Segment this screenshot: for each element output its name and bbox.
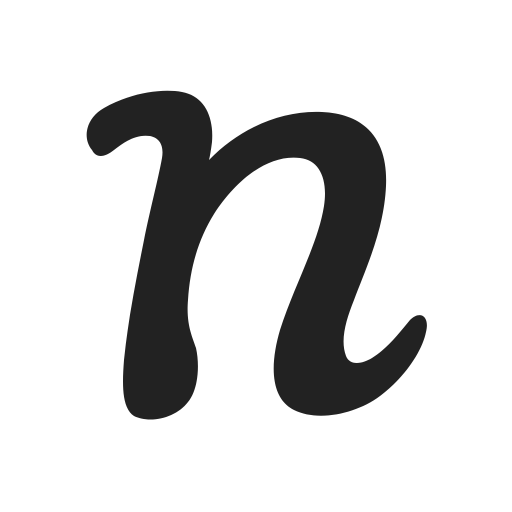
letter-n-stroke: [86, 90, 427, 420]
script-n-logo-icon: [0, 0, 512, 512]
icon-canvas: [0, 0, 512, 512]
script-n-glyph: [86, 90, 427, 420]
